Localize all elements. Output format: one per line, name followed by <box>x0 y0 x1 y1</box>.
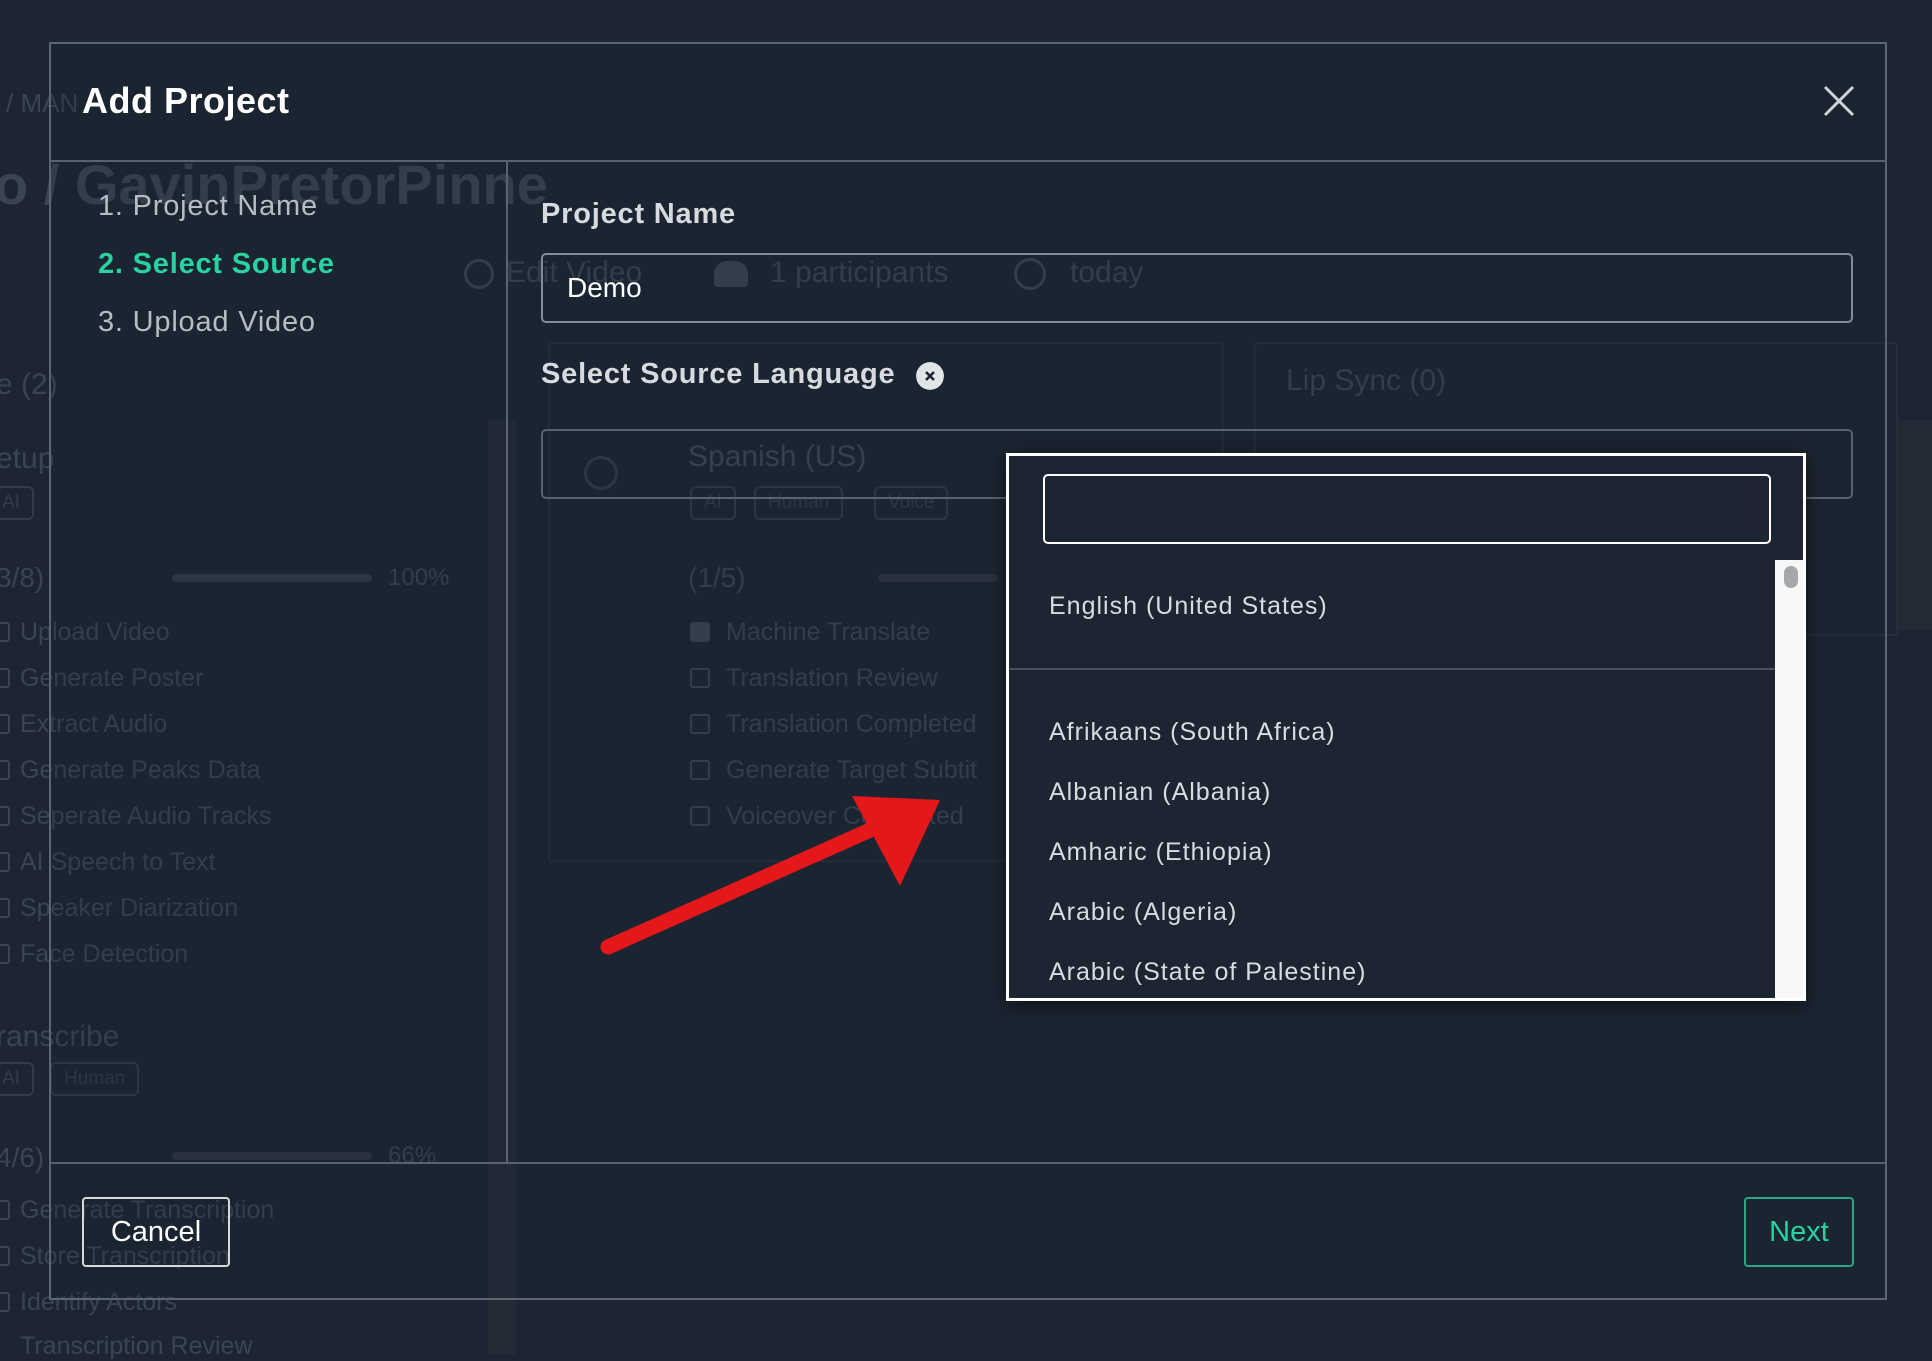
language-dropdown: English (United States) Afrikaans (South… <box>1006 453 1806 1001</box>
setup-chip-ai: AI <box>0 486 34 520</box>
modal-header-divider <box>49 160 1887 162</box>
task-checkbox <box>0 898 10 918</box>
modal-steps-divider <box>506 160 508 1163</box>
modal-title: Add Project <box>82 80 290 121</box>
task-checkbox <box>0 714 10 734</box>
task-checkbox <box>0 622 10 642</box>
dropdown-scrollbar-thumb[interactable] <box>1784 566 1798 588</box>
language-option[interactable]: Amharic (Ethiopia) <box>1049 838 1273 867</box>
task-checkbox <box>0 668 10 688</box>
step-select-source[interactable]: 2. Select Source <box>98 248 335 281</box>
setup-title: etup <box>0 442 55 475</box>
background-scrollbar <box>1896 420 1932 630</box>
task-checkbox <box>0 1292 10 1312</box>
clear-icon[interactable] <box>916 362 944 390</box>
transcribe-chip-ai: AI <box>0 1062 34 1096</box>
task-checkbox <box>0 760 10 780</box>
project-name-input[interactable] <box>541 253 1853 323</box>
task-checkbox <box>0 806 10 826</box>
dropdown-divider <box>1009 668 1775 670</box>
transcribe-progress-label: 4/6) <box>0 1142 45 1173</box>
project-name-label: Project Name <box>541 198 736 230</box>
modal-footer-divider <box>49 1162 1887 1164</box>
cancel-button[interactable]: Cancel <box>82 1197 230 1267</box>
source-language-label: Select Source Language <box>541 358 896 390</box>
language-option[interactable]: Albanian (Albania) <box>1049 778 1271 807</box>
task-checkbox <box>0 1200 10 1220</box>
task-checkbox <box>0 1246 10 1266</box>
task-item: Transcription Review <box>20 1332 253 1360</box>
next-button[interactable]: Next <box>1744 1197 1854 1267</box>
task-checkbox <box>0 944 10 964</box>
language-search-input[interactable] <box>1043 474 1771 544</box>
language-option[interactable]: Afrikaans (South Africa) <box>1049 718 1336 747</box>
language-option[interactable]: Arabic (State of Palestine) <box>1049 958 1366 987</box>
setup-progress-label: 3/8) <box>0 562 45 593</box>
language-option[interactable]: Arabic (Algeria) <box>1049 898 1237 927</box>
annotation-arrow-icon <box>600 796 940 955</box>
close-icon[interactable] <box>1822 84 1856 118</box>
step-upload-video[interactable]: 3. Upload Video <box>98 306 316 339</box>
dropdown-scrollbar[interactable] <box>1775 560 1803 998</box>
task-checkbox <box>0 852 10 872</box>
language-option-pinned[interactable]: English (United States) <box>1049 592 1328 621</box>
step-project-name[interactable]: 1. Project Name <box>98 190 318 223</box>
